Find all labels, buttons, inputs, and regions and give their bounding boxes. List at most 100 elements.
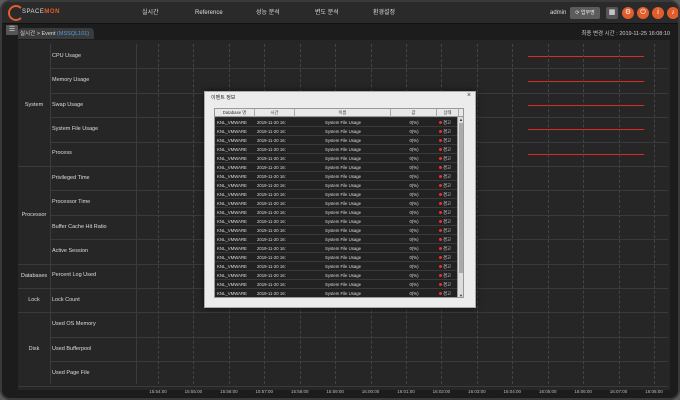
cell-value: 0(%) [409,192,419,197]
cell-database: KNL_VMWARE [217,201,247,206]
table-row[interactable]: KNL_VMWARE 2019-11-20 16: System File Usag… [215,244,459,253]
col-value[interactable]: 값 [391,109,437,117]
table-row[interactable]: KNL_VMWARE 2019-11-20 16: System File Usag… [215,154,459,163]
metric-label: Privileged Time [52,174,90,181]
cell-database: KNL_VMWARE [217,237,247,242]
nav-settings[interactable]: 환경설정 [373,2,395,24]
cell-time: 2019-11-20 16: [257,237,286,242]
table-row[interactable]: KNL_VMWARE 2019-11-20 16: System File Usag… [215,127,459,136]
metric-label: Used Page File [52,369,90,376]
col-status[interactable]: 상태 [437,109,459,117]
event-table: Database 명 시간 이름 값 상태 KNL_VMWARE 2019-11-… [214,108,464,298]
time-gridline [618,44,620,384]
x-tick-label: 16:01:00 [397,389,415,394]
status-dot-icon [439,283,442,286]
group-label: Disk [28,346,40,352]
nav-variance-analysis[interactable]: 변도 분석 [315,2,339,24]
metric-label: Processor Time [52,199,91,206]
cell-name: System File Usage [324,174,362,179]
close-icon[interactable]: × [467,92,471,99]
cell-name: System File Usage [324,192,362,197]
grid-icon[interactable]: ▦ [606,7,618,19]
status-dot-icon [439,238,442,241]
top-bar: SPACEMON 실시간 Reference 성능 분석 변도 분석 환경설정 … [2,2,678,24]
power-icon[interactable]: ⏻ [637,7,649,19]
table-row[interactable]: KNL_VMWARE 2019-11-20 16: System File Usag… [215,208,459,217]
cell-database: KNL_VMWARE [217,138,247,143]
x-tick-label: 16:02:00 [432,389,451,394]
col-database[interactable]: Database 명 [215,109,255,117]
update-button[interactable]: ⟳ 업무명 [570,7,600,19]
nav-realtime[interactable]: 실시간 [142,2,159,24]
x-tick-label: 15:57:00 [255,389,274,394]
scroll-down-icon[interactable]: ▼ [458,293,463,297]
x-tick-label: 16:05:00 [538,389,557,394]
cell-time: 2019-11-20 16: [257,210,286,215]
cell-value: 0(%) [409,210,419,215]
table-row[interactable]: KNL_VMWARE 2019-11-20 16: System File Usag… [215,190,459,199]
metric-label: Process [52,150,72,157]
table-row[interactable]: KNL_VMWARE 2019-11-20 16: System File Usag… [215,253,459,262]
table-row[interactable]: KNL_VMWARE 2019-11-20 16: System File Usag… [215,217,459,226]
info-icon[interactable]: i [652,7,664,19]
settings-icon[interactable]: ⚙ [622,7,634,19]
cell-time: 2019-11-20 16: [257,165,286,170]
table-row[interactable]: KNL_VMWARE 2019-11-20 16: System File Usag… [215,226,459,235]
last-change-time: 최종 변경 시간 : 2019-11-25 16:08:10 [581,31,670,37]
table-row[interactable]: KNL_VMWARE 2019-11-20 16: System File Usag… [215,289,459,297]
table-scrollbar[interactable]: ▲ ▼ [457,117,463,297]
scroll-thumb[interactable] [459,123,463,273]
cell-value: 0(%) [409,264,419,269]
cell-value: 0(%) [409,165,419,170]
table-header: Database 명 시간 이름 값 상태 [215,109,463,117]
cell-name: System File Usage [324,147,362,152]
table-row[interactable]: KNL_VMWARE 2019-11-20 16: System File Usag… [215,199,459,208]
table-row[interactable]: KNL_VMWARE 2019-11-20 16: System File Usag… [215,271,459,280]
cell-name: System File Usage [324,138,362,143]
cell-value: 0(%) [409,129,419,134]
dialog-title: 이벤트 정보 [211,95,236,101]
status-dot-icon [439,121,442,124]
status-dot-icon [439,220,442,223]
cell-database: KNL_VMWARE [217,273,247,278]
cell-name: System File Usage [324,237,362,242]
metric-label: Percent Log Used [52,272,97,279]
table-row[interactable]: KNL_VMWARE 2019-11-20 16: System File Usag… [215,280,459,289]
metric-column-divider [136,44,137,384]
group-divider [18,385,50,387]
nav-reference[interactable]: Reference [195,2,223,24]
user-name[interactable]: admin [550,2,566,24]
table-row[interactable]: KNL_VMWARE 2019-11-20 16: System File Usag… [215,136,459,145]
table-row[interactable]: KNL_VMWARE 2019-11-20 16: System File Usag… [215,118,459,127]
cell-name: System File Usage [324,246,362,251]
cell-value: 0(%) [409,120,419,125]
x-tick-label: 15:58:00 [290,389,309,394]
cell-time: 2019-11-20 16: [257,183,286,188]
menu-icon[interactable]: ☰ [6,25,18,35]
table-row[interactable]: KNL_VMWARE 2019-11-20 16: System File Usag… [215,235,459,244]
cell-database: KNL_VMWARE [217,120,247,125]
cell-database: KNL_VMWARE [217,291,247,296]
x-tick-label: 15:54:00 [149,389,167,394]
table-row[interactable]: KNL_VMWARE 2019-11-20 16: System File Usag… [215,181,459,190]
cell-time: 2019-11-20 16: [257,282,286,287]
group-label: Lock [28,297,40,304]
col-time[interactable]: 시간 [255,109,295,117]
cell-name: System File Usage [324,201,362,206]
table-row[interactable]: KNL_VMWARE 2019-11-20 16: System File Usag… [215,172,459,181]
metric-label: Active Session [52,247,89,254]
table-row[interactable]: KNL_VMWARE 2019-11-20 16: System File Usag… [215,163,459,172]
cell-name: System File Usage [324,210,362,215]
status-dot-icon [439,139,442,142]
row-divider [50,385,668,387]
status-dot-icon [439,229,442,232]
nav-performance-analysis[interactable]: 성능 분석 [256,2,280,24]
cell-time: 2019-11-20 16: [257,291,286,296]
table-row[interactable]: KNL_VMWARE 2019-11-20 16: System File Usag… [215,145,459,154]
table-row[interactable]: KNL_VMWARE 2019-11-20 16: System File Usag… [215,262,459,271]
alert-series-line [528,105,644,106]
cell-database: KNL_VMWARE [217,228,247,233]
col-name[interactable]: 이름 [295,109,391,117]
x-tick-label: 15:56:00 [220,389,238,394]
bell-icon[interactable]: ♪ [667,7,678,19]
